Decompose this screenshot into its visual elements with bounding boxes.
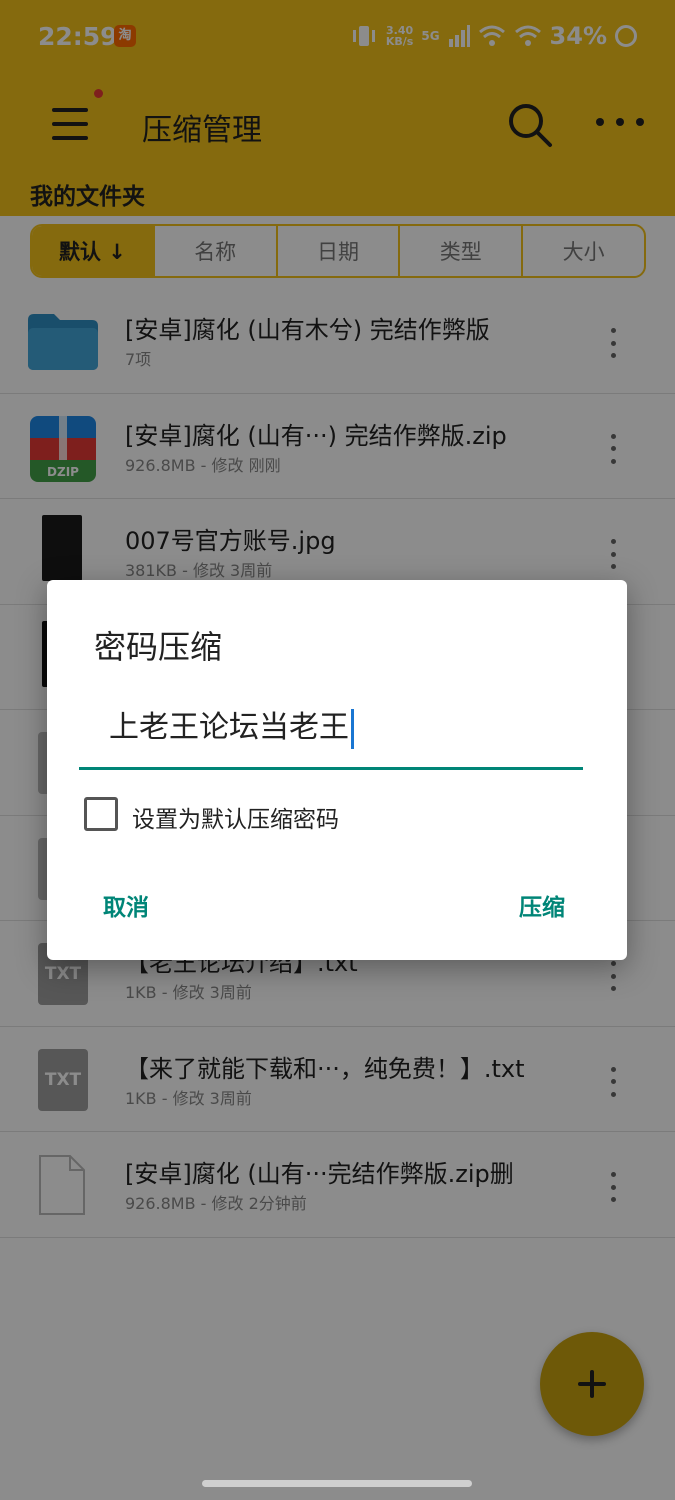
gesture-navigation-bar[interactable] <box>202 1480 472 1487</box>
cancel-button[interactable]: 取消 <box>103 888 149 922</box>
password-value: 上老王论坛当老王 <box>109 710 349 745</box>
default-password-checkbox[interactable] <box>84 797 118 831</box>
password-input[interactable]: 上老王论坛当老王 <box>79 688 583 770</box>
dialog-title: 密码压缩 <box>94 628 223 666</box>
password-compress-dialog: 密码压缩 上老王论坛当老王 设置为默认压缩密码 取消 压缩 <box>47 580 627 960</box>
password-input-text: 上老王论坛当老王 <box>109 702 354 749</box>
checkbox-label[interactable]: 设置为默认压缩密码 <box>132 800 339 834</box>
text-caret <box>351 708 354 749</box>
compress-button[interactable]: 压缩 <box>519 888 565 922</box>
